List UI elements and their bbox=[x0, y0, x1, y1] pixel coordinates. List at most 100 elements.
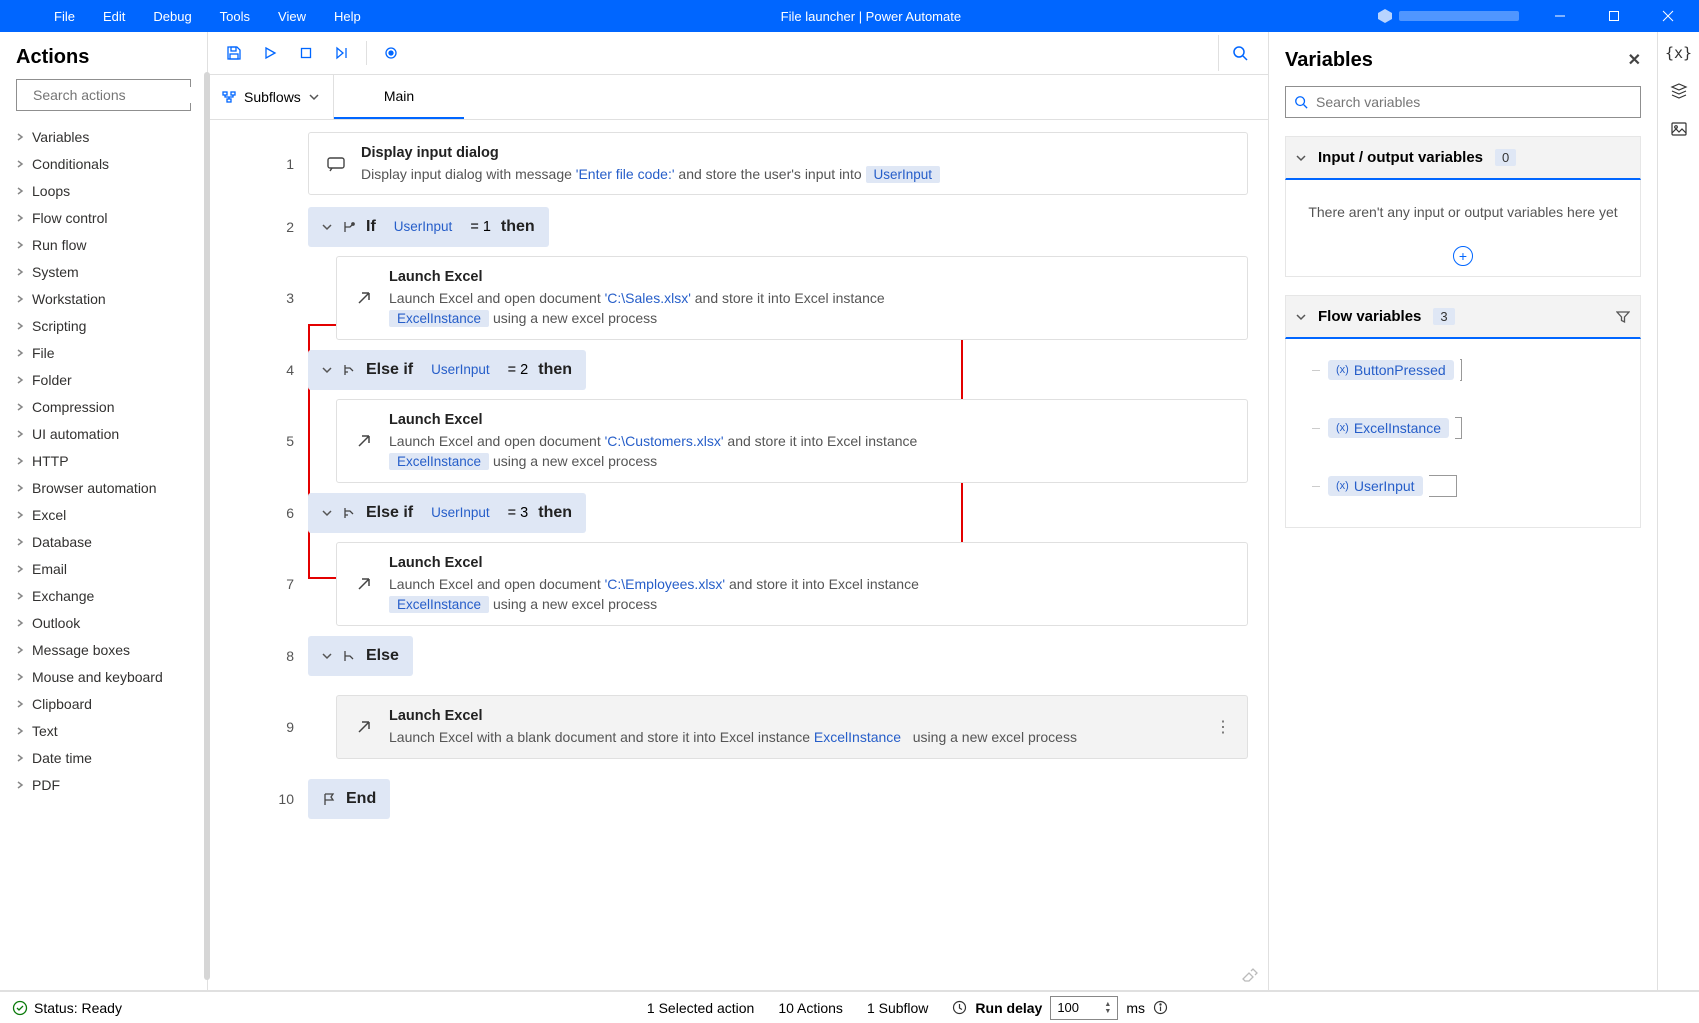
actions-cat[interactable]: Workstation bbox=[12, 285, 201, 312]
run-button[interactable] bbox=[252, 35, 288, 71]
actions-cat[interactable]: Email bbox=[12, 555, 201, 582]
close-variables-button[interactable]: ✕ bbox=[1628, 50, 1641, 70]
close-button[interactable] bbox=[1645, 0, 1691, 32]
actions-cat[interactable]: Excel bbox=[12, 501, 201, 528]
actions-header: Actions bbox=[0, 32, 207, 79]
flow-action-display-input[interactable]: Display input dialog Display input dialo… bbox=[308, 132, 1248, 196]
actions-cat[interactable]: Compression bbox=[12, 393, 201, 420]
menu-bar: File Edit Debug Tools View Help bbox=[0, 9, 375, 24]
right-rail: {x} bbox=[1657, 32, 1699, 990]
actions-cat[interactable]: Flow control bbox=[12, 204, 201, 231]
actions-cat[interactable]: Date time bbox=[12, 744, 201, 771]
flow-elseif[interactable]: Else if UserInput = 2 then bbox=[308, 350, 586, 390]
more-icon[interactable]: ⋮ bbox=[1207, 717, 1231, 737]
flow-variable[interactable]: (x)UserInput bbox=[1320, 469, 1470, 503]
actions-cat[interactable]: File bbox=[12, 339, 201, 366]
minimize-button[interactable] bbox=[1537, 0, 1583, 32]
actions-cat[interactable]: Outlook bbox=[12, 609, 201, 636]
variables-rail-icon[interactable]: {x} bbox=[1665, 44, 1692, 62]
ms-label: ms bbox=[1126, 1000, 1145, 1016]
actions-cat[interactable]: Message boxes bbox=[12, 636, 201, 663]
collapse-icon[interactable] bbox=[322, 508, 332, 518]
flow-canvas[interactable]: 1 2 3 4 5 6 7 8 9 10 Display input dialo… bbox=[208, 120, 1268, 990]
eraser-icon[interactable] bbox=[1240, 966, 1258, 984]
chevron-down-icon bbox=[1296, 312, 1306, 322]
io-vars-body: There aren't any input or output variabl… bbox=[1285, 180, 1641, 277]
line-number: 6 bbox=[208, 481, 308, 544]
flow-action-launch-excel[interactable]: Launch Excel Launch Excel and open docum… bbox=[336, 256, 1248, 340]
actions-cat[interactable]: System bbox=[12, 258, 201, 285]
flow-action-launch-excel-selected[interactable]: Launch Excel Launch Excel with a blank d… bbox=[336, 695, 1248, 758]
actions-cat[interactable]: Run flow bbox=[12, 231, 201, 258]
run-delay-input[interactable]: 100▲▼ bbox=[1050, 996, 1118, 1020]
stop-button[interactable] bbox=[288, 35, 324, 71]
editor-search-button[interactable] bbox=[1218, 35, 1260, 71]
flow-variable[interactable]: (x)ExcelInstance bbox=[1320, 411, 1470, 445]
io-vars-count: 0 bbox=[1495, 149, 1516, 166]
menu-help[interactable]: Help bbox=[320, 9, 375, 24]
actions-cat[interactable]: Conditionals bbox=[12, 150, 201, 177]
collapse-icon[interactable] bbox=[322, 222, 332, 232]
actions-cat[interactable]: Scripting bbox=[12, 312, 201, 339]
actions-cat[interactable]: Loops bbox=[12, 177, 201, 204]
flow-if[interactable]: If UserInput = 1 then bbox=[308, 207, 549, 247]
actions-cat[interactable]: HTTP bbox=[12, 447, 201, 474]
record-button[interactable] bbox=[373, 35, 409, 71]
menu-tools[interactable]: Tools bbox=[206, 9, 264, 24]
chevron-down-icon bbox=[309, 92, 319, 102]
actions-cat[interactable]: Text bbox=[12, 717, 201, 744]
actions-category-list[interactable]: Variables Conditionals Loops Flow contro… bbox=[0, 123, 207, 808]
actions-cat[interactable]: Browser automation bbox=[12, 474, 201, 501]
actions-cat[interactable]: Variables bbox=[12, 123, 201, 150]
io-vars-header[interactable]: Input / output variables 0 bbox=[1285, 136, 1641, 180]
tab-main[interactable]: Main bbox=[334, 75, 464, 119]
flow-vars-count: 3 bbox=[1433, 308, 1454, 325]
actions-cat[interactable]: PDF bbox=[12, 771, 201, 798]
collapse-icon[interactable] bbox=[322, 365, 332, 375]
image-rail-icon[interactable] bbox=[1670, 120, 1688, 138]
flow-end[interactable]: End bbox=[308, 779, 390, 819]
flow-action-launch-excel[interactable]: Launch Excel Launch Excel and open docum… bbox=[336, 542, 1248, 626]
actions-cat[interactable]: Mouse and keyboard bbox=[12, 663, 201, 690]
launch-icon bbox=[353, 432, 375, 450]
io-empty-text: There aren't any input or output variabl… bbox=[1308, 190, 1617, 234]
flow-editor: Subflows Main 1 2 3 4 5 6 7 8 9 10 bbox=[208, 32, 1269, 990]
actions-search[interactable] bbox=[16, 79, 191, 111]
flow-vars-header[interactable]: Flow variables 3 bbox=[1285, 295, 1641, 339]
flow-action-launch-excel[interactable]: Launch Excel Launch Excel and open docum… bbox=[336, 399, 1248, 483]
variables-header: Variables bbox=[1285, 49, 1373, 72]
actions-cat[interactable]: Clipboard bbox=[12, 690, 201, 717]
flow-elseif[interactable]: Else if UserInput = 3 then bbox=[308, 493, 586, 533]
layers-rail-icon[interactable] bbox=[1670, 82, 1688, 100]
user-account[interactable] bbox=[1367, 8, 1529, 24]
search-icon bbox=[1294, 95, 1308, 109]
menu-debug[interactable]: Debug bbox=[139, 9, 205, 24]
info-icon[interactable] bbox=[1153, 1000, 1168, 1015]
branch-icon bbox=[342, 363, 356, 377]
collapse-icon[interactable] bbox=[322, 651, 332, 661]
subflows-dropdown[interactable]: Subflows bbox=[208, 75, 334, 119]
add-variable-button[interactable]: + bbox=[1453, 246, 1473, 266]
actions-search-input[interactable] bbox=[33, 87, 214, 103]
launch-icon bbox=[353, 575, 375, 593]
launch-icon bbox=[353, 718, 375, 736]
menu-edit[interactable]: Edit bbox=[89, 9, 139, 24]
actions-count: 10 Actions bbox=[778, 1000, 843, 1016]
filter-icon[interactable] bbox=[1616, 310, 1630, 324]
subflow-icon bbox=[222, 90, 236, 104]
actions-cat[interactable]: UI automation bbox=[12, 420, 201, 447]
actions-cat[interactable]: Folder bbox=[12, 366, 201, 393]
step-button[interactable] bbox=[324, 35, 360, 71]
branch-icon bbox=[342, 506, 356, 520]
menu-file[interactable]: File bbox=[40, 9, 89, 24]
save-button[interactable] bbox=[216, 35, 252, 71]
flow-else[interactable]: Else bbox=[308, 636, 413, 676]
actions-cat[interactable]: Exchange bbox=[12, 582, 201, 609]
flow-variable[interactable]: (x)ButtonPressed bbox=[1320, 353, 1470, 387]
menu-view[interactable]: View bbox=[264, 9, 320, 24]
actions-cat[interactable]: Database bbox=[12, 528, 201, 555]
maximize-button[interactable] bbox=[1591, 0, 1637, 32]
line-number: 9 bbox=[208, 687, 308, 767]
variables-search[interactable] bbox=[1285, 86, 1641, 118]
variables-search-input[interactable] bbox=[1316, 94, 1632, 110]
